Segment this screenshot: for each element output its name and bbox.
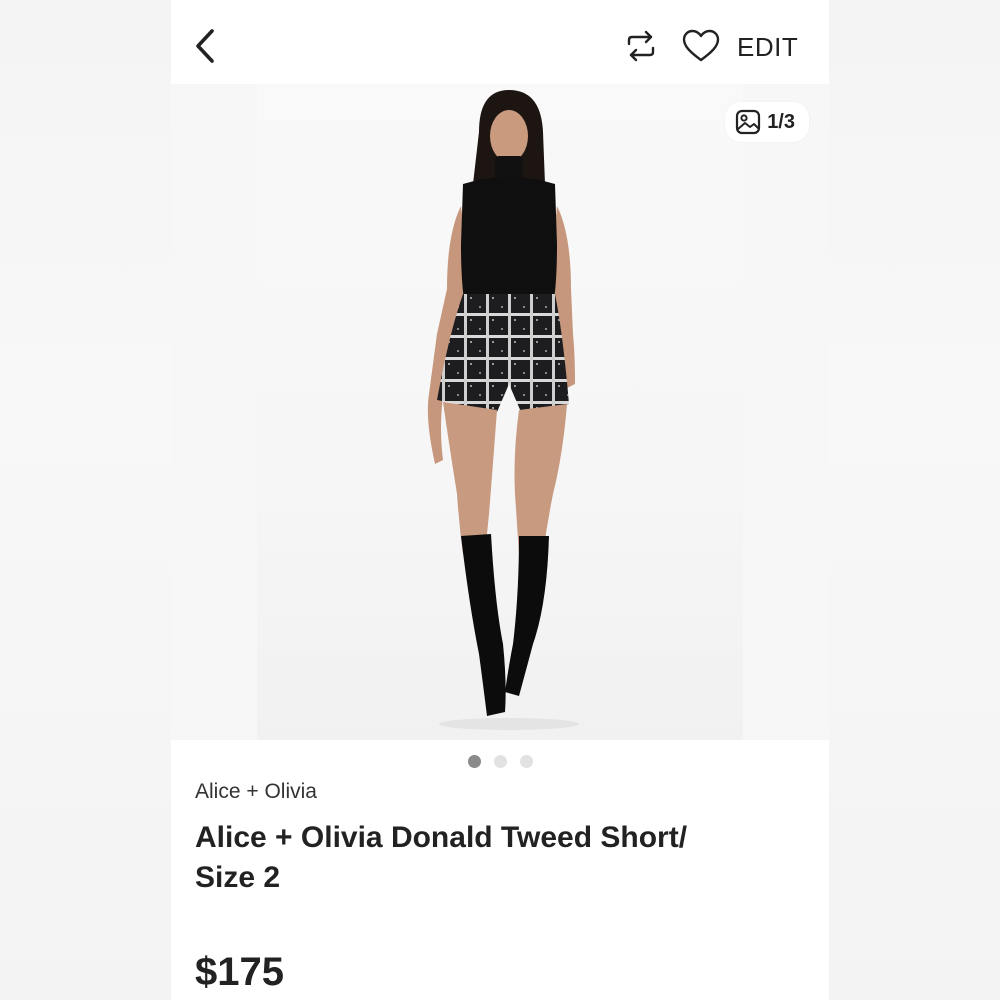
heart-icon bbox=[682, 29, 720, 62]
repost-icon bbox=[627, 30, 655, 62]
pagination-dots bbox=[171, 752, 829, 770]
pagination-dot-3[interactable] bbox=[519, 754, 533, 768]
listing-title-line-2: Size 2 bbox=[195, 861, 281, 894]
listing-title-line-1: Alice + Olivia Donald Tweed Short/ bbox=[195, 821, 688, 854]
photo-counter-badge[interactable]: 1/3 bbox=[725, 102, 809, 142]
chevron-left-icon bbox=[196, 29, 214, 63]
product-image[interactable]: 1/3 bbox=[171, 84, 829, 740]
repost-button[interactable] bbox=[619, 24, 663, 68]
top-bar: EDIT bbox=[171, 0, 829, 84]
pagination-dot-1[interactable] bbox=[467, 754, 481, 768]
edit-button[interactable]: EDIT bbox=[737, 28, 798, 66]
like-button[interactable] bbox=[679, 24, 723, 68]
image-icon bbox=[736, 109, 761, 135]
brand-link[interactable]: Alice + Olivia bbox=[195, 780, 317, 804]
model-figure bbox=[427, 90, 579, 730]
photo-counter-text: 1/3 bbox=[767, 110, 795, 133]
listing-price: $175 bbox=[195, 950, 284, 994]
listing-title: Alice + Olivia Donald Tweed Short/ Size … bbox=[195, 818, 795, 898]
pagination-dot-2[interactable] bbox=[493, 754, 507, 768]
back-button[interactable] bbox=[183, 22, 227, 70]
app-screen: EDIT 1/3 Alice + Olivia Alice + Olivia D… bbox=[171, 0, 829, 1000]
product-photo bbox=[257, 84, 743, 740]
